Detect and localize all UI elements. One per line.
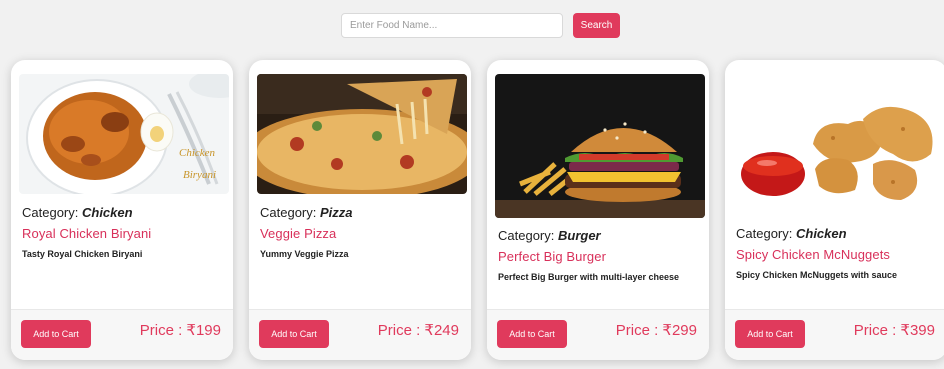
card-footer: Add to Cart Price : ₹199 xyxy=(11,309,233,360)
food-price: Price : ₹299 xyxy=(615,322,697,339)
card-footer: Add to Cart Price : ₹299 xyxy=(487,309,709,360)
food-card-biryani: Chicken Biryani Category: Chicken Royal … xyxy=(11,60,233,360)
nuggets-image xyxy=(733,74,943,214)
add-to-cart-button[interactable]: Add to Cart xyxy=(259,320,329,348)
card-body: Category: Burger Perfect Big Burger Perf… xyxy=(498,228,699,284)
food-description: Tasty Royal Chicken Biryani xyxy=(22,249,143,259)
biryani-image: Chicken Biryani xyxy=(19,74,229,194)
search-bar: Search xyxy=(341,13,620,38)
card-body: Category: Chicken Spicy Chicken McNugget… xyxy=(736,226,937,282)
add-to-cart-button[interactable]: Add to Cart xyxy=(497,320,567,348)
food-category: Category: Chicken xyxy=(22,205,133,220)
food-card-nuggets: Category: Chicken Spicy Chicken McNugget… xyxy=(725,60,944,360)
food-description: Spicy Chicken McNuggets with sauce xyxy=(736,270,898,280)
food-name: Royal Chicken Biryani xyxy=(22,226,152,241)
card-body: Category: Pizza Veggie Pizza Yummy Veggi… xyxy=(260,205,461,261)
food-name: Veggie Pizza xyxy=(260,226,337,241)
food-category: Category: Pizza xyxy=(260,205,353,220)
search-button[interactable]: Search xyxy=(573,13,620,38)
food-price: Price : ₹199 xyxy=(139,322,221,339)
food-category: Category: Chicken xyxy=(736,226,847,241)
svg-text:Chicken: Chicken xyxy=(179,147,216,159)
card-footer: Add to Cart Price : ₹249 xyxy=(249,309,471,360)
burger-image xyxy=(495,74,705,218)
food-category: Category: Burger xyxy=(498,228,601,243)
card-body: Category: Chicken Royal Chicken Biryani … xyxy=(22,205,223,261)
food-price: Price : ₹249 xyxy=(377,322,459,339)
food-description: Yummy Veggie Pizza xyxy=(260,249,349,259)
add-to-cart-button[interactable]: Add to Cart xyxy=(735,320,805,348)
food-price: Price : ₹399 xyxy=(853,322,935,339)
food-card-pizza: Category: Pizza Veggie Pizza Yummy Veggi… xyxy=(249,60,471,360)
food-description: Perfect Big Burger with multi-layer chee… xyxy=(498,272,680,282)
add-to-cart-button[interactable]: Add to Cart xyxy=(21,320,91,348)
card-footer: Add to Cart Price : ₹399 xyxy=(725,309,944,360)
food-name: Perfect Big Burger xyxy=(498,249,607,264)
search-input[interactable] xyxy=(341,13,563,38)
svg-text:Biryani: Biryani xyxy=(183,169,216,181)
food-card-burger: Category: Burger Perfect Big Burger Perf… xyxy=(487,60,709,360)
pizza-image xyxy=(257,74,467,194)
food-name: Spicy Chicken McNuggets xyxy=(736,247,891,262)
